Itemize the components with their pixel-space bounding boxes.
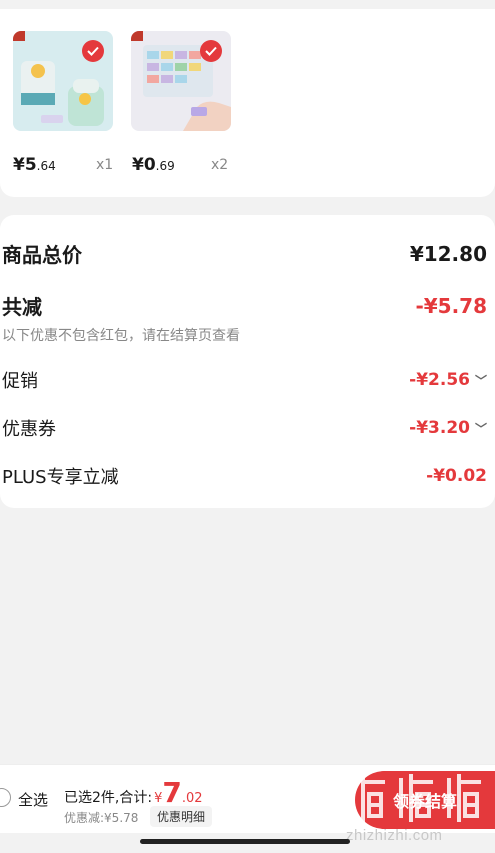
discount-total-label: 共减 — [2, 295, 42, 319]
saving-amount: 优惠减:¥5.78 — [64, 811, 139, 825]
coupon-row[interactable]: 优惠券 -¥3.20 ﹀ — [2, 415, 487, 441]
watermark-text: zhizhizhi.com — [346, 827, 443, 844]
checkout-button-label: 领券结算 — [392, 792, 457, 811]
chevron-down-icon[interactable]: ﹀ — [475, 372, 487, 389]
product-image-eraser[interactable] — [131, 31, 231, 131]
promotion-row[interactable]: 促销 -¥2.56 ﹀ — [2, 367, 487, 393]
plus-discount-row: PLUS专享立减 -¥0.02 — [2, 463, 487, 489]
plus-discount-label: PLUS专享立减 — [2, 467, 119, 488]
product-price: ¥0.69 — [132, 155, 175, 175]
promotion-value: -¥2.56 — [409, 370, 470, 390]
checkout-bar: 全选 已选2件,合计: ¥ 7 .02 优惠减:¥5.78 优惠明细 领券结算 — [0, 764, 495, 833]
total-amount-decimal: .02 — [181, 791, 203, 806]
discount-note: 以下优惠不包含红包，请在结算页查看 — [2, 328, 240, 344]
total-price-label: 商品总价 — [2, 243, 82, 267]
total-line: 已选2件,合计: ¥ 7 .02 — [64, 779, 203, 807]
home-indicator[interactable] — [140, 839, 350, 844]
chevron-down-icon[interactable]: ﹀ — [475, 420, 487, 437]
product-quantity: x2 — [211, 157, 229, 173]
promotion-value-wrap: -¥2.56 ﹀ — [409, 370, 487, 390]
product-image-sharpener[interactable] — [13, 31, 113, 131]
checkout-button[interactable]: 领券结算 — [355, 771, 495, 829]
selected-check-icon[interactable] — [82, 40, 104, 62]
price-integer: ¥5 — [13, 155, 37, 175]
coupon-value: -¥3.20 — [409, 418, 470, 438]
plus-discount-value: -¥0.02 — [426, 466, 487, 486]
total-price-row: 商品总价 ¥12.80 — [2, 239, 487, 268]
coupon-label: 优惠券 — [2, 419, 56, 440]
product-quantity: x1 — [96, 157, 114, 173]
total-amount-integer: 7 — [162, 776, 182, 809]
price-summary-card: 商品总价 ¥12.80 共减 -¥5.78 以下优惠不包含红包，请在结算页查看 … — [0, 215, 495, 508]
price-integer: ¥0 — [132, 155, 156, 175]
selected-check-icon[interactable] — [200, 40, 222, 62]
selected-count-label: 已选2件,合计: — [64, 790, 153, 806]
total-price-value: ¥12.80 — [409, 241, 487, 266]
total-currency: ¥ — [154, 791, 163, 806]
coupon-value-wrap: -¥3.20 ﹀ — [409, 418, 487, 438]
select-all-label[interactable]: 全选 — [18, 789, 48, 810]
product-price: ¥5.64 — [13, 155, 56, 175]
discount-total-row: 共减 -¥5.78 — [2, 291, 487, 320]
promotion-label: 促销 — [2, 371, 38, 392]
price-decimal: .64 — [36, 159, 56, 173]
selected-products-card: ¥5.64 x1 ¥0.69 x2 — [0, 9, 495, 197]
price-decimal: .69 — [155, 159, 175, 173]
select-all-radio[interactable] — [0, 788, 11, 807]
discount-detail-button[interactable]: 优惠明细 — [150, 806, 213, 827]
discount-total-value: -¥5.78 — [415, 293, 487, 318]
